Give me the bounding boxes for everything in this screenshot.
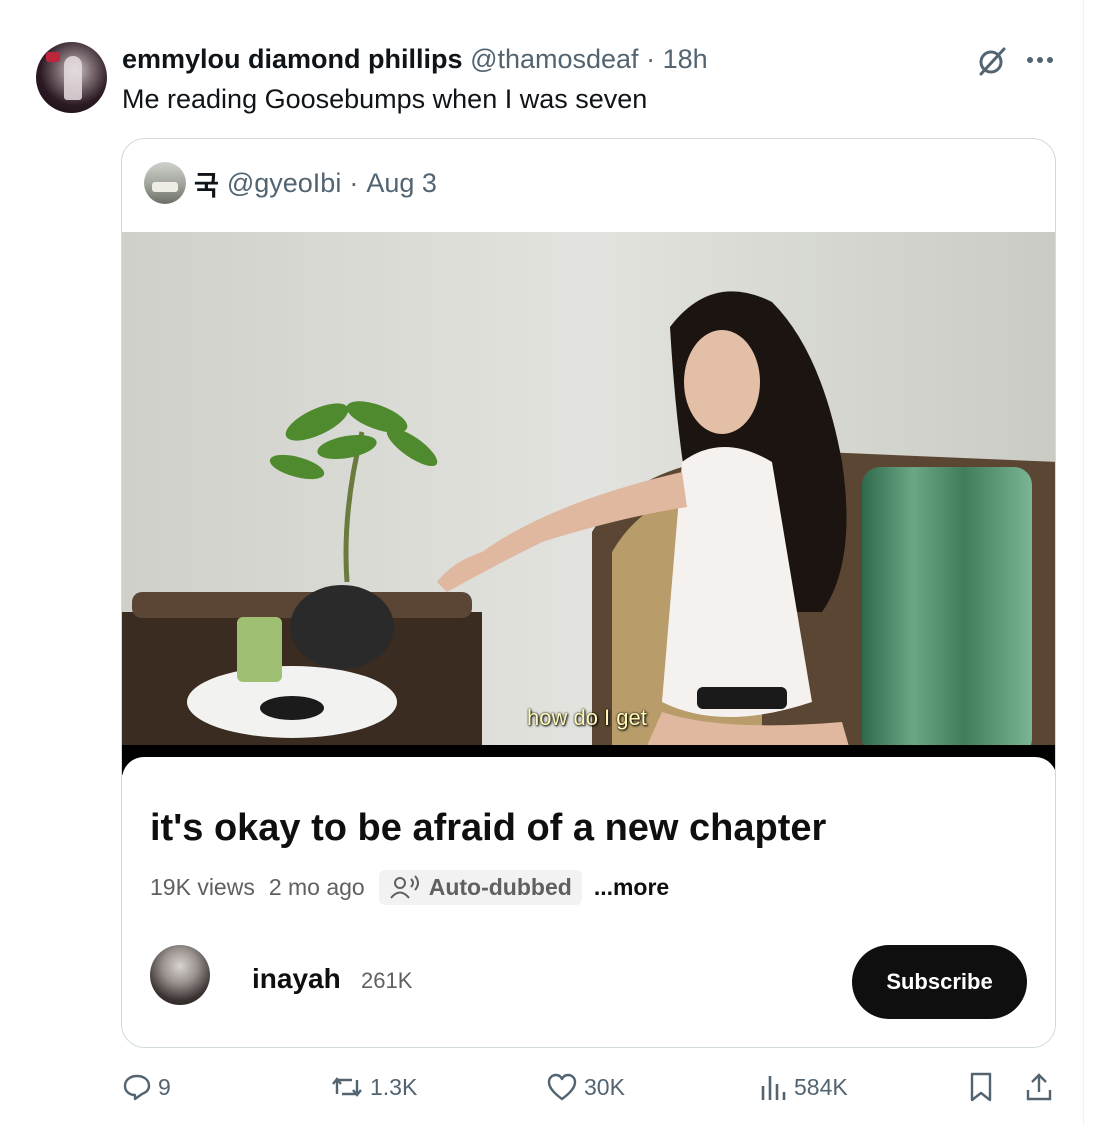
quote-handle[interactable]: @gyeoIbi — [227, 168, 341, 199]
bookmark-action[interactable] — [967, 1069, 995, 1105]
bookmark-icon — [970, 1072, 992, 1102]
repost-action[interactable]: 1.3K — [330, 1069, 417, 1105]
bar-chart-icon — [761, 1076, 786, 1100]
video-frame[interactable]: how do I get — [122, 232, 1055, 757]
view-count: 19K views — [150, 873, 255, 900]
views-count: 584K — [794, 1073, 848, 1100]
quote-avatar[interactable] — [144, 162, 186, 204]
reply-count: 9 — [158, 1073, 171, 1100]
video-meta: 19K views 2 mo ago Auto-dubbed ...more — [150, 867, 669, 907]
quote-separator: · — [349, 167, 359, 198]
reply-action[interactable]: 9 — [122, 1069, 171, 1105]
header-separator: · — [646, 44, 656, 74]
share-action[interactable] — [1024, 1069, 1054, 1105]
tweet-text: Me reading Goosebumps when I was seven — [122, 84, 648, 114]
tweet-header: emmylou diamond phillips @thamosdeaf · 1… — [122, 42, 708, 76]
views-action[interactable]: 584K — [758, 1069, 848, 1105]
like-action[interactable]: 30K — [546, 1069, 625, 1105]
video-scene-image — [122, 232, 1055, 757]
quoted-tweet[interactable]: 국 @gyeoIbi · Aug 3 how do I get it's oka… — [121, 138, 1056, 1048]
quote-author-name[interactable]: 국 — [194, 164, 219, 203]
audio-person-icon — [389, 875, 419, 899]
subscriber-count: 261K — [361, 968, 413, 993]
author-handle[interactable]: @thamosdeaf — [470, 44, 639, 74]
share-upload-icon — [1026, 1073, 1052, 1101]
more-dots-icon[interactable] — [1024, 44, 1056, 76]
video-caption: how do I get — [527, 705, 647, 730]
grok-slash-icon[interactable] — [975, 44, 1009, 78]
auto-dubbed-label: Auto-dubbed — [428, 873, 572, 900]
quote-header: 국 @gyeoIbi · Aug 3 — [144, 162, 437, 204]
author-name[interactable]: emmylou diamond phillips — [122, 44, 463, 74]
author-avatar[interactable] — [36, 42, 107, 113]
repost-arrows-icon — [332, 1077, 362, 1097]
channel-name[interactable]: inayah — [252, 963, 341, 995]
tweet-post[interactable]: emmylou diamond phillips @thamosdeaf · 1… — [0, 0, 1084, 1126]
reply-bubble-icon — [123, 1074, 151, 1101]
quote-date[interactable]: Aug 3 — [366, 168, 437, 199]
more-link[interactable]: ...more — [594, 874, 669, 901]
video-title[interactable]: it's okay to be afraid of a new chapter — [150, 807, 826, 850]
channel-avatar[interactable] — [150, 945, 210, 1005]
auto-dubbed-badge[interactable]: Auto-dubbed — [378, 869, 582, 905]
repost-count: 1.3K — [370, 1073, 418, 1100]
subscribe-button[interactable]: Subscribe — [852, 945, 1027, 1019]
heart-icon — [547, 1073, 577, 1101]
like-count: 30K — [584, 1073, 625, 1100]
tweet-time[interactable]: 18h — [663, 44, 708, 74]
upload-age: 2 mo ago — [268, 873, 365, 900]
